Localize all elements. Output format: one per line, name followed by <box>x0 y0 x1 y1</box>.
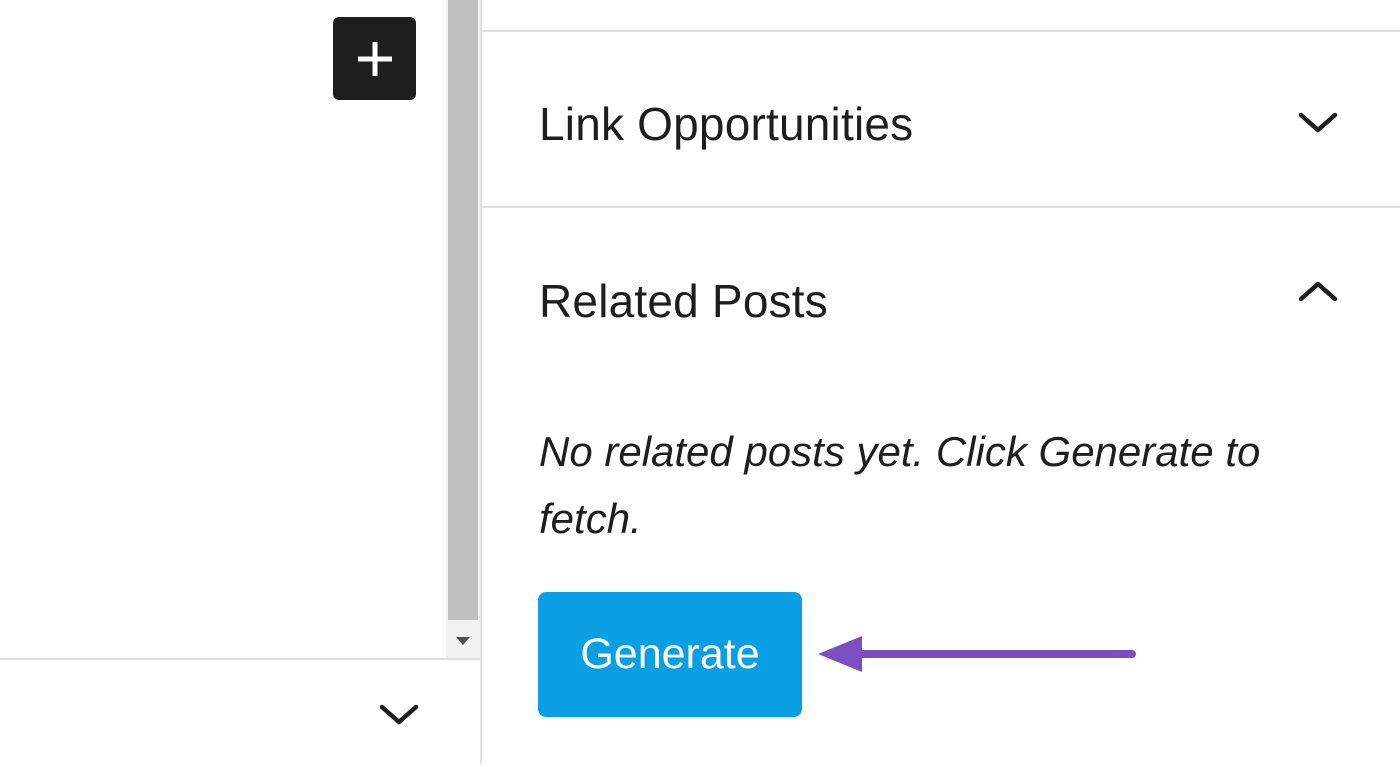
panel-link-opportunities-header[interactable]: Link Opportunities <box>482 32 1400 206</box>
scroll-down-button[interactable] <box>446 624 480 658</box>
scrollbar-thumb[interactable] <box>448 0 478 620</box>
editor-bottom-panel <box>0 658 480 767</box>
editor-scrollbar[interactable] <box>446 0 480 660</box>
plus-icon <box>357 41 392 76</box>
panel-title: Related Posts <box>539 275 828 327</box>
chevron-down-icon[interactable] <box>1296 109 1340 137</box>
editor-canvas <box>0 0 446 660</box>
panel-related-posts-header[interactable]: Related Posts <box>482 208 1400 358</box>
triangle-down-icon <box>456 637 470 645</box>
panel-title: Link Opportunities <box>539 98 914 150</box>
chevron-up-icon[interactable] <box>1296 277 1340 305</box>
chevron-down-icon[interactable] <box>378 702 420 728</box>
block-inserter-button[interactable] <box>333 17 416 100</box>
generate-button[interactable]: Generate <box>538 592 802 717</box>
settings-sidebar: Link Opportunities Related Posts No rela… <box>482 0 1400 765</box>
related-posts-empty-message: No related posts yet. Click Generate to … <box>539 428 1261 542</box>
arrow-left-icon <box>818 636 1136 672</box>
